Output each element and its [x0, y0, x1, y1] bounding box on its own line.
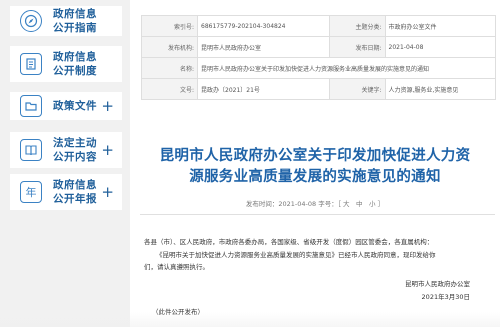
book-icon [20, 139, 42, 161]
publish-note: （此件公开发布） [152, 308, 204, 316]
signature: 昆明市人民政府办公室 [405, 280, 470, 288]
sidebar-item-guide[interactable]: 政府信息 公开指南 [10, 6, 122, 36]
expand-plus-icon[interactable]: + [101, 142, 114, 158]
sidebar-item-label: 政府信息 公开年报 [53, 179, 97, 205]
sidebar-item-label: 政府信息 公开指南 [53, 8, 97, 34]
date-value: 2021-04-08 [384, 36, 497, 58]
year-icon: 年 [20, 181, 42, 203]
sign-date: 2021年3月30日 [421, 293, 470, 301]
compass-icon [20, 10, 42, 32]
folder-icon [20, 95, 42, 117]
document-icon [20, 53, 42, 75]
sidebar-item-policy-system[interactable]: 政府信息 公开制度 [10, 46, 122, 82]
body-line: 各县（市）、区人民政府，市政府各委办局，各国家级、省级开发（度假）园区管委会，各… [144, 238, 434, 246]
expand-plus-icon[interactable]: + [101, 98, 114, 114]
issuer-value: 昆明市人民政府办公室 [197, 36, 330, 58]
keyword-value: 人力资源,服务业,实施意见 [384, 78, 497, 100]
sidebar-item-label: 政府信息 公开制度 [53, 51, 97, 77]
sidebar-item-label: 政策文件 [53, 100, 97, 112]
expand-plus-icon[interactable]: + [101, 184, 114, 200]
docno-label: 文号: [141, 78, 198, 100]
subject-value: 市政府办公室文件 [384, 15, 497, 37]
publish-meta: 发布时间：2021-04-08 字号：［ 大 中 小 ］ [245, 200, 385, 208]
subject-label: 主题分类: [328, 15, 386, 37]
document-title: 昆明市人民政府办公室关于印发加快促进人力资 源服务业高质量发展的实施意见的通知 [159, 148, 471, 185]
signature-block: 昆明市人民政府办公室 2021年3月30日 [405, 278, 470, 304]
issuer-label: 发布机构: [141, 36, 198, 58]
page: 政府信息 公开指南 政府信息 公开制度 政策文件 + 法定主动 公开内容 + 年… [0, 0, 500, 327]
date-label: 发布日期: [328, 36, 386, 58]
sidebar: 政府信息 公开指南 政府信息 公开制度 政策文件 + 法定主动 公开内容 + 年… [0, 0, 122, 220]
document-meta-table: 索引号: 686175779-202104-304824 主题分类: 市政府办公… [141, 15, 497, 100]
name-value: 昆明市人民政府办公室关于印发加快促进人力资源服务业高质量发展的实施意见的通知 [197, 57, 496, 79]
body-line: 《昆明市关于加快促进人力资源服务业高质量发展的实施意见》已经市人民政府同意，现印… [156, 250, 436, 259]
sidebar-item-statutory-content[interactable]: 法定主动 公开内容 + [10, 132, 122, 168]
divider [140, 214, 495, 215]
sidebar-item-label: 法定主动 公开内容 [53, 137, 97, 163]
docno-value: 昆政办〔2021〕21号 [197, 78, 330, 100]
sidebar-item-policy-files[interactable]: 政策文件 + [10, 92, 122, 120]
sidebar-item-annual-report[interactable]: 年 政府信息 公开年报 + [10, 174, 122, 210]
keyword-label: 关键字: [328, 78, 386, 100]
index-label: 索引号: [141, 15, 198, 37]
main-content: 索引号: 686175779-202104-304824 主题分类: 市政府办公… [130, 0, 500, 327]
body-line: 们，请认真遵照执行。 [144, 263, 209, 271]
index-value: 686175779-202104-304824 [197, 15, 330, 37]
name-label: 名称: [141, 57, 198, 79]
document-body: 各县（市）、区人民政府，市政府各委办局，各国家级、省级开发（度假）园区管委会，各… [144, 236, 484, 274]
